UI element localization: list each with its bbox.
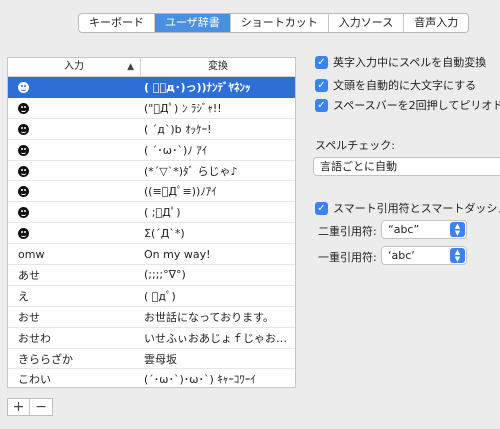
cell-input: え — [18, 289, 29, 303]
checkbox-checked-icon[interactable]: ✓ — [315, 98, 328, 112]
cell-output: ( ﾟдﾟ) — [144, 289, 176, 303]
tab-dictation[interactable]: 音声入力 — [404, 14, 468, 32]
remove-button[interactable]: − — [30, 399, 52, 415]
cell-output: (;;;;°∇°) — [144, 268, 186, 282]
table-row[interactable]: ( ´д`)b ｵｯｹｰ! — [8, 119, 295, 140]
add-remove-buttons: + − — [7, 398, 53, 416]
cell-output: お世話になっております。 — [144, 310, 275, 324]
smiley-icon — [18, 228, 29, 240]
cell-output: Σ(´Д`*) — [144, 226, 185, 240]
table-row[interactable]: ( ;ﾟДﾟ) — [8, 202, 295, 224]
spell-check-select[interactable]: 言語ごとに自動 — [313, 157, 500, 176]
smiley-icon — [18, 144, 29, 156]
tab-keyboard[interactable]: キーボード — [79, 14, 155, 32]
cell-output: 雲母坂 — [144, 352, 177, 366]
cell-output: ((≡ﾟДﾟ≡))ﾉｱｲ — [144, 185, 217, 199]
spell-auto-option[interactable]: ✓ 英字入力中にスペルを自動変換 — [315, 54, 486, 70]
cell-input: こわい — [18, 373, 51, 387]
updown-chevron-icon: ▲ ▼ — [450, 248, 465, 263]
cell-input — [8, 101, 141, 114]
smiley-icon — [18, 207, 29, 219]
table-header: 入力 ▲ 変換 — [8, 58, 295, 77]
table-row[interactable]: きららざか 雲母坂 — [8, 349, 295, 370]
table-row[interactable]: あせ (;;;;°∇°) — [8, 265, 295, 286]
sort-ascending-icon: ▲ — [127, 62, 134, 72]
checkbox-checked-icon[interactable]: ✓ — [315, 201, 328, 215]
cell-input: おせわ — [18, 331, 51, 345]
smiley-icon — [18, 81, 29, 93]
cell-output: On my way! — [144, 247, 211, 261]
user-dictionary-table[interactable]: 入力 ▲ 変換 ( ﾟ･д･)っ))ﾅﾝﾃﾞﾔﾈﾝｯ ("ﾟДﾟ) ﾝ ﾗｼﾞｬ!… — [7, 57, 296, 388]
cell-input: あせ — [18, 268, 40, 282]
updown-chevron-icon: ▲ ▼ — [450, 222, 465, 237]
table-body: ( ﾟ･д･)っ))ﾅﾝﾃﾞﾔﾈﾝｯ ("ﾟДﾟ) ﾝ ﾗｼﾞｬ!! ( ´д`)b… — [8, 77, 295, 387]
table-row[interactable]: ( ﾟ･д･)っ))ﾅﾝﾃﾞﾔﾈﾝｯ — [8, 77, 295, 98]
cell-input — [8, 227, 141, 240]
cell-input: おせ — [18, 310, 40, 324]
tab-shortcuts[interactable]: ショートカット — [231, 14, 329, 32]
cell-output: ("ﾟДﾟ) ﾝ ﾗｼﾞｬ!! — [144, 101, 222, 115]
single-quote-select[interactable]: ‘abc’ ▲ ▼ — [381, 246, 467, 265]
table-row[interactable]: (*´▽`*)ﾀﾞ らじゃ♪ — [8, 161, 295, 182]
table-row[interactable]: ( ´･ω･`)ﾉ ｱｲ — [8, 140, 295, 161]
smiley-icon — [18, 165, 29, 177]
cell-input — [8, 143, 141, 156]
cell-input — [8, 185, 141, 198]
smiley-icon — [18, 123, 29, 135]
cell-output: ( ;ﾟДﾟ) — [144, 206, 181, 220]
cell-input — [8, 80, 141, 93]
table-row[interactable]: omw On my way! — [8, 244, 295, 266]
auto-capitalize-option[interactable]: ✓ 文頭を自動的に大文字にする — [315, 77, 476, 93]
smiley-icon — [18, 102, 29, 114]
cell-input — [8, 164, 141, 177]
cell-output: (´･ω･`)･ω･`) ｷｬｰｺﾜｰｲ — [144, 373, 256, 387]
checkbox-checked-icon[interactable]: ✓ — [315, 78, 328, 92]
table-row[interactable]: こわい (´･ω･`)･ω･`) ｷｬｰｺﾜｰｲ — [8, 369, 295, 387]
smart-quotes-option[interactable]: ✓ スマート引用符とスマートダッシュ — [315, 200, 500, 216]
table-row[interactable]: ("ﾟДﾟ) ﾝ ﾗｼﾞｬ!! — [8, 98, 295, 119]
cell-input: omw — [18, 247, 45, 261]
cell-output: ( ´д`)b ｵｯｹｰ! — [144, 122, 212, 136]
tab-bar: キーボード ユーザ辞書 ショートカット 入力ソース 音声入力 — [78, 13, 470, 33]
cell-output: ( ´･ω･`)ﾉ ｱｲ — [144, 143, 208, 157]
double-quote-label: 二重引用符: — [318, 225, 377, 238]
spell-check-label: スペルチェック: — [315, 139, 395, 152]
single-quote-label: 一重引用符: — [318, 251, 377, 264]
column-header-input[interactable]: 入力 ▲ — [8, 58, 141, 76]
cell-output: ( ﾟ･д･)っ))ﾅﾝﾃﾞﾔﾈﾝｯ — [144, 80, 251, 94]
table-row[interactable]: おせわ いせふぃおあじょｆじゃお… — [8, 328, 295, 349]
table-row[interactable]: Σ(´Д`*) — [8, 223, 295, 245]
checkbox-checked-icon[interactable]: ✓ — [315, 55, 328, 69]
double-quote-select[interactable]: “abc” ▲ ▼ — [381, 220, 467, 239]
column-header-convert[interactable]: 変換 — [141, 58, 295, 76]
cell-output: (*´▽`*)ﾀﾞ らじゃ♪ — [144, 164, 238, 178]
tab-user-dictionary[interactable]: ユーザ辞書 — [155, 14, 231, 32]
smiley-icon — [18, 186, 29, 198]
cell-output: いせふぃおあじょｆじゃお… — [144, 331, 287, 345]
cell-input: きららざか — [18, 352, 73, 366]
cell-input — [8, 122, 141, 135]
table-row[interactable]: ((≡ﾟДﾟ≡))ﾉｱｲ — [8, 181, 295, 203]
cell-input — [8, 206, 141, 219]
table-row[interactable]: え ( ﾟдﾟ) — [8, 286, 295, 307]
tab-input-sources[interactable]: 入力ソース — [329, 14, 405, 32]
double-space-period-option[interactable]: ✓ スペースバーを2回押してピリオド — [315, 97, 500, 113]
table-row[interactable]: おせ お世話になっております。 — [8, 307, 295, 328]
add-button[interactable]: + — [8, 399, 30, 415]
